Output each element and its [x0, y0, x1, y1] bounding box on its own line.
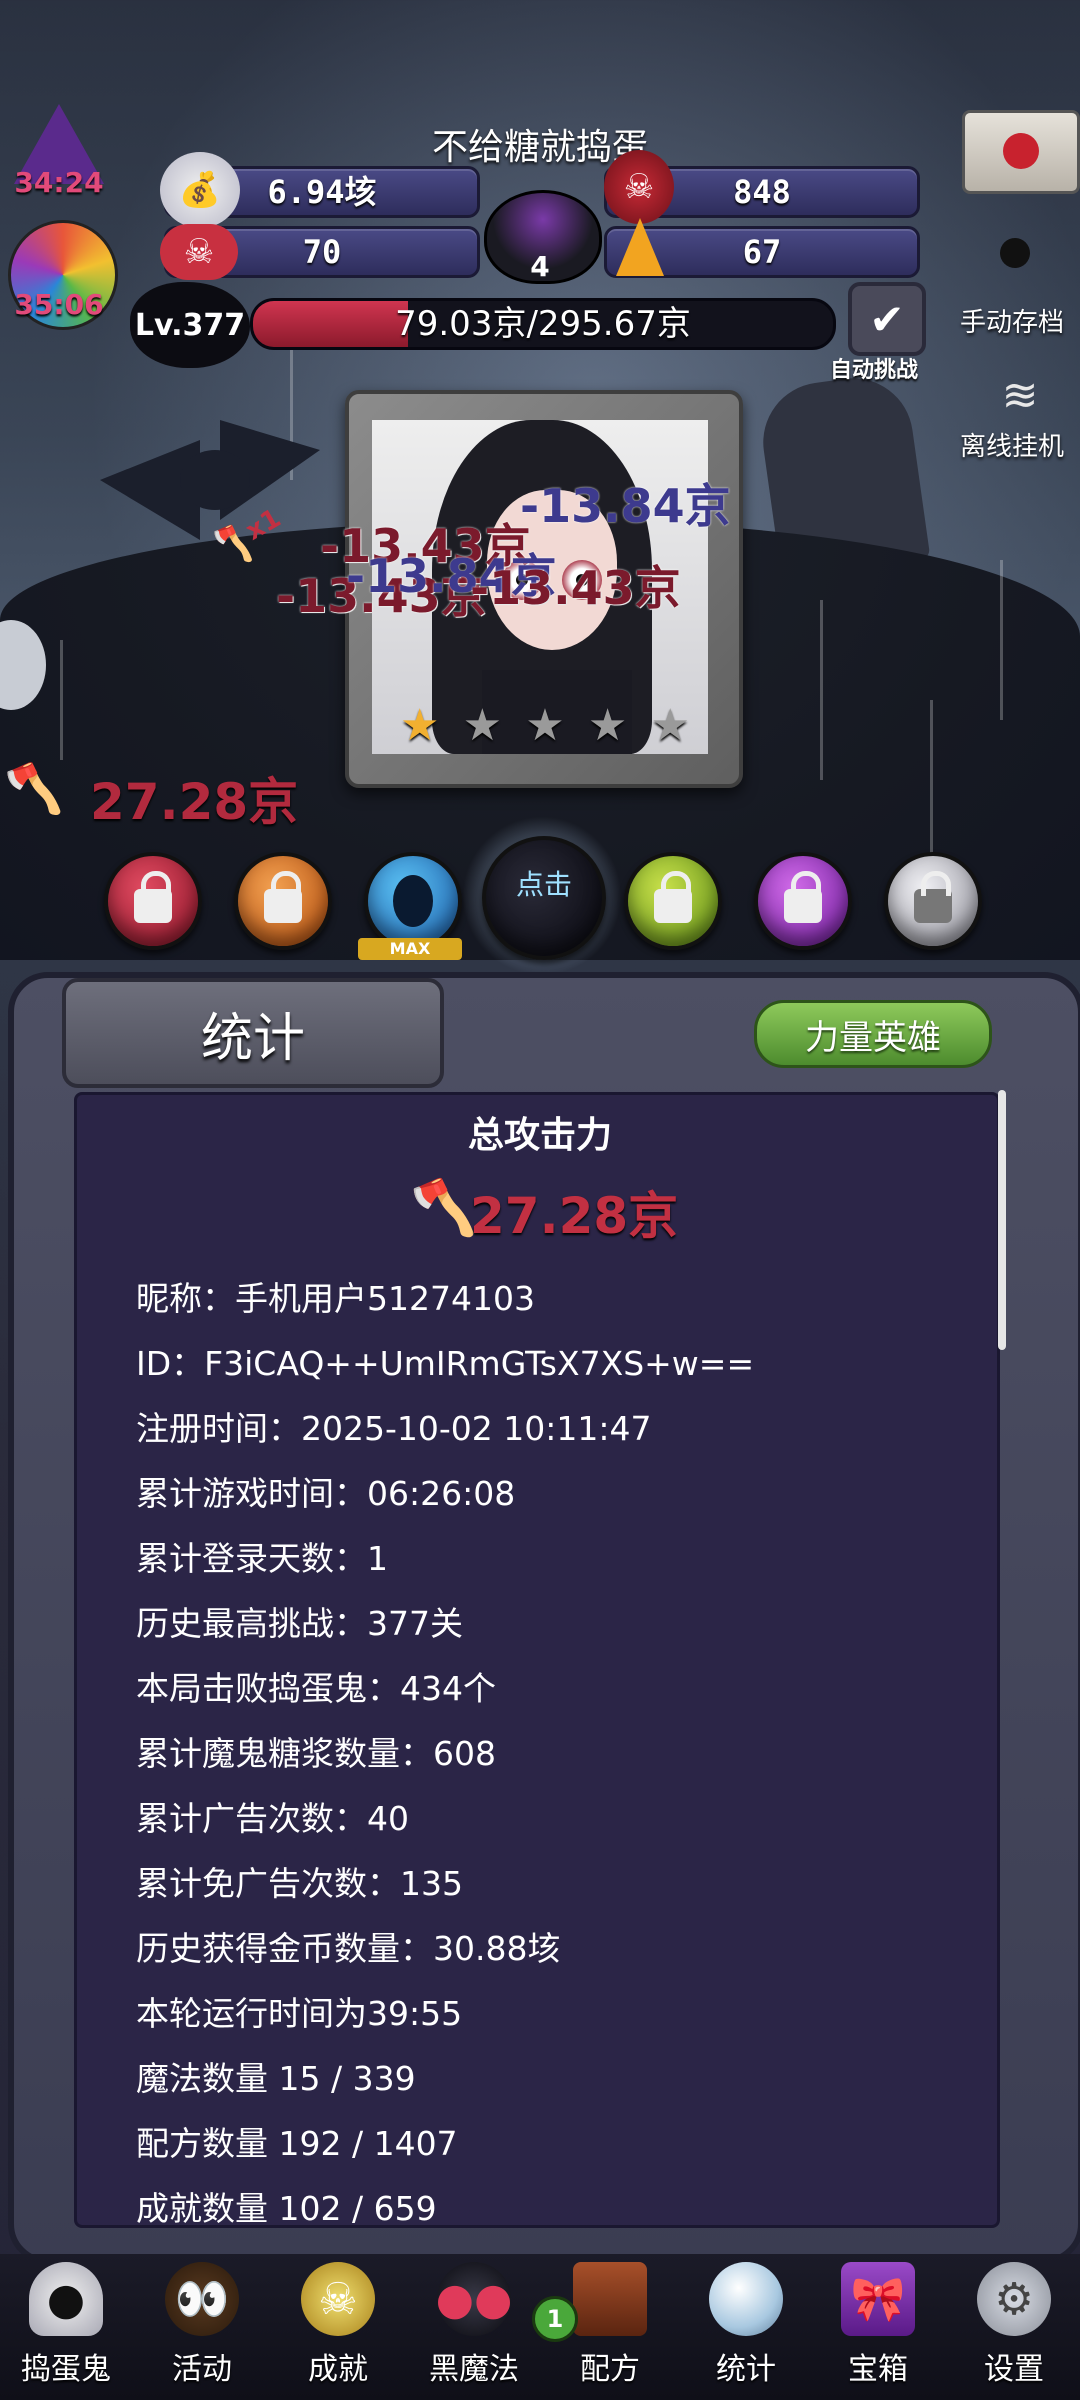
- skill-slot-3[interactable]: [364, 852, 462, 950]
- nav-label: 宝箱: [848, 2352, 908, 2387]
- star-icon: ★: [462, 700, 503, 751]
- skill-slot-5[interactable]: [624, 852, 722, 950]
- candy-corn-icon: [616, 218, 664, 276]
- nav-label: 捣蛋鬼: [21, 2352, 111, 2387]
- stat-row-achievements: 成就数量 102 / 659: [136, 2189, 437, 2228]
- hat-timer: 34:24: [14, 166, 104, 199]
- enemy-hp-bar: 79.03京/295.67京: [250, 298, 836, 350]
- cauldron-count: 4: [530, 250, 550, 283]
- damage-number: -13.84京: [520, 479, 731, 533]
- axe-icon: 🪓: [410, 1176, 478, 1239]
- stat-row-ad-free: 累计免广告次数：135: [136, 1864, 463, 1903]
- stat-row-recipes: 配方数量 192 / 1407: [136, 2124, 458, 2163]
- star-icon: ★: [525, 700, 565, 751]
- lock-icon: [264, 871, 302, 923]
- stat-row-id: ID：F3iCAQ++UmIRmGTsX7XS+w==: [136, 1344, 755, 1383]
- total-attack: 27.28京: [470, 1187, 679, 1245]
- cauldron-button[interactable]: 4: [478, 166, 602, 284]
- checkmark-icon: ✔: [848, 282, 926, 356]
- basket-icon: 👀: [165, 2262, 239, 2336]
- lock-icon: [134, 871, 172, 923]
- stat-row-nickname: 昵称：手机用户51274103: [136, 1279, 535, 1318]
- star-icon: ★: [400, 700, 440, 751]
- max-badge: MAX: [358, 938, 462, 960]
- nav-item-activity[interactable]: 👀 活动: [142, 2262, 262, 2398]
- stat-row-highest-challenge: 历史最高挑战：377关: [136, 1604, 463, 1643]
- stat-row-magic: 魔法数量 15 / 339: [136, 2059, 416, 2098]
- level-badge: Lv.377: [130, 282, 250, 368]
- manual-save-button[interactable]: 手动存档: [960, 302, 1064, 339]
- skill-slot-2[interactable]: [234, 852, 332, 950]
- nav-label: 设置: [984, 2352, 1044, 2387]
- fishbone-icon: ≋: [1001, 370, 1039, 421]
- devil-icon: ●●: [436, 2262, 512, 2336]
- skill-slot-1[interactable]: [104, 852, 202, 950]
- stat-row-run-time: 本轮运行时间为39:55: [136, 1994, 463, 2033]
- tap-label: 点击: [515, 868, 572, 901]
- nav-label: 统计: [716, 2352, 776, 2387]
- nav-item-settings[interactable]: ⚙ 设置: [954, 2262, 1074, 2398]
- stat-row-login-days: 累计登录天数：1: [136, 1539, 388, 1578]
- nav-item-achievement[interactable]: ☠ 成就: [278, 2262, 398, 2398]
- gift-icon: 🎀: [841, 2262, 915, 2336]
- stat-row-gold-earned: 历史获得金币数量：30.88垓: [136, 1929, 561, 1968]
- gear-icon: ⚙: [977, 2262, 1051, 2336]
- section-title: 总攻击力: [467, 1115, 612, 1156]
- tap-attack-button[interactable]: 点击: [482, 836, 606, 960]
- nav-label: 成就: [308, 2352, 368, 2387]
- stat-row-register-time: 注册时间：2025-10-02 10:11:47: [136, 1409, 652, 1448]
- lock-icon: [914, 871, 952, 923]
- skill-slot-6[interactable]: [754, 852, 852, 950]
- auto-challenge-button[interactable]: ✔ 自动挑战: [830, 282, 936, 383]
- stat-row-syrup: 累计魔鬼糖浆数量：608: [136, 1734, 496, 1773]
- nav-item-trickster[interactable]: ● 捣蛋鬼: [6, 2262, 126, 2398]
- nav-item-chest[interactable]: 🎀 宝箱: [818, 2262, 938, 2398]
- stat-row-ads: 累计广告次数：40: [136, 1799, 409, 1838]
- rain-streak: [60, 640, 63, 760]
- trophy-icon: ☠: [301, 2262, 375, 2336]
- lock-icon: [784, 871, 822, 923]
- stat-row-defeated: 本局击败捣蛋鬼：434个: [136, 1669, 496, 1708]
- damage-number: -13.43京: [470, 561, 681, 615]
- attack-power: 27.28京: [90, 773, 299, 831]
- witch-hat-badge[interactable]: 34:24: [4, 104, 114, 200]
- offline-idle-button[interactable]: 离线挂机: [960, 426, 1064, 463]
- nav-item-black-magic[interactable]: ●● 黑魔法: [414, 2262, 534, 2398]
- rain-streak: [1000, 560, 1003, 720]
- bat-icon: [100, 420, 320, 540]
- power-hero-button[interactable]: 力量英雄: [754, 1000, 992, 1068]
- tab-stats[interactable]: 统计: [62, 978, 444, 1088]
- nav-label: 黑魔法: [429, 2352, 519, 2387]
- stat-row-play-time: 累计游戏时间：06:26:08: [136, 1474, 516, 1513]
- auto-challenge-label: 自动挑战: [830, 358, 919, 383]
- page-title: 不给糖就捣蛋: [431, 127, 648, 168]
- rain-streak: [820, 600, 823, 780]
- nav-item-stats[interactable]: 统计: [686, 2262, 806, 2398]
- skill-slot-7[interactable]: [884, 852, 982, 950]
- hp-text: 79.03京/295.67京: [395, 304, 691, 344]
- star-icon: ★: [650, 700, 690, 751]
- book-icon: [573, 2262, 647, 2336]
- gold-bag-icon: 💰: [160, 152, 240, 228]
- mail-button[interactable]: [962, 110, 1080, 194]
- spider-icon: [1000, 238, 1030, 268]
- candy-timer: 35:06: [14, 288, 104, 321]
- candy-badge[interactable]: 35:06: [4, 218, 118, 330]
- nav-label: 配方: [580, 2352, 640, 2387]
- lock-icon: [654, 871, 692, 923]
- crystal-ball-icon: [709, 2262, 783, 2336]
- envelope-seal-icon: [1003, 133, 1039, 169]
- recipe-badge: 1: [532, 2296, 578, 2342]
- skull-potion-icon: ☠: [604, 150, 674, 224]
- star-icon: ★: [587, 700, 628, 751]
- ghost-icon: ●: [29, 2262, 103, 2336]
- axe-icon: 🪓: [4, 761, 64, 817]
- screaming-face-icon: [393, 875, 433, 927]
- nav-label: 活动: [172, 2352, 232, 2387]
- star-rating: ★ ★ ★ ★ ★: [400, 700, 690, 751]
- skull-candy-icon: ☠: [160, 224, 238, 280]
